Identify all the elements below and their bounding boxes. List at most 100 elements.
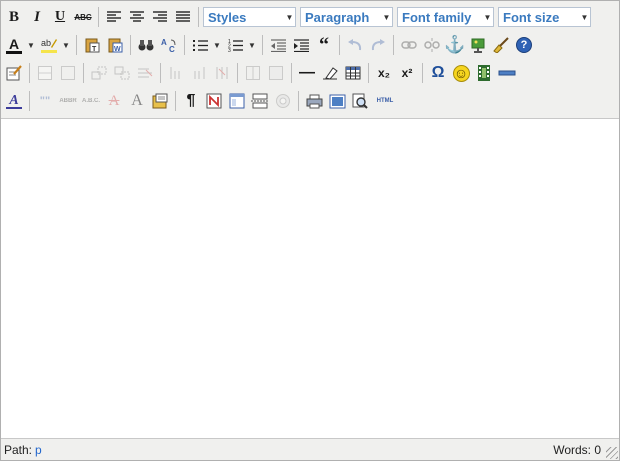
resize-grip-icon[interactable]	[606, 447, 618, 459]
image-icon	[471, 38, 485, 53]
attributes-icon	[152, 93, 168, 109]
subscript-button[interactable]: x₂	[373, 62, 395, 84]
path-element-link[interactable]: p	[35, 443, 42, 457]
cite-button[interactable]: ""	[34, 90, 56, 112]
abbr-button[interactable]: ABBR	[57, 90, 79, 112]
insert-layer-button[interactable]	[34, 62, 56, 84]
merge-cells-icon	[269, 66, 283, 80]
fullscreen-button[interactable]	[326, 90, 348, 112]
anchor-button[interactable]: ⚓	[444, 34, 466, 56]
forecolor-dropdown[interactable]: ▼	[26, 34, 36, 56]
style-props-button[interactable]: A	[3, 90, 25, 112]
svg-text:T: T	[92, 46, 97, 53]
toolbar-separator	[29, 63, 30, 83]
unlink-icon	[424, 38, 440, 52]
underline-button[interactable]: U	[49, 6, 71, 28]
backcolor-button[interactable]: ab	[38, 34, 60, 56]
template-button[interactable]	[226, 90, 248, 112]
paste-word-button[interactable]: W	[104, 34, 126, 56]
print-button[interactable]	[303, 90, 325, 112]
table-button[interactable]	[342, 62, 364, 84]
col-before-button[interactable]	[165, 62, 187, 84]
bold-button[interactable]: B	[3, 6, 25, 28]
replace-button[interactable]: AC	[158, 34, 180, 56]
ins-button[interactable]: A	[126, 90, 148, 112]
format-select[interactable]: Paragraph ▼	[300, 7, 393, 27]
backcolor-dropdown[interactable]: ▼	[61, 34, 71, 56]
blockquote-button[interactable]: “	[313, 34, 335, 56]
align-right-button[interactable]	[149, 6, 171, 28]
absolute-button[interactable]	[57, 62, 79, 84]
align-justify-icon	[176, 11, 190, 22]
column-delete-icon	[216, 67, 228, 79]
restoredraft-button[interactable]	[272, 90, 294, 112]
strikethrough-button[interactable]: ABC	[72, 6, 94, 28]
advhr-button[interactable]	[496, 62, 518, 84]
forecolor-button[interactable]: A	[3, 34, 25, 56]
move-forward-button[interactable]	[88, 62, 110, 84]
numbered-list-dropdown[interactable]: ▼	[247, 34, 257, 56]
merge-cells-button[interactable]	[265, 62, 287, 84]
italic-button[interactable]: I	[26, 6, 48, 28]
numbered-list-button[interactable]: 123	[224, 34, 246, 56]
bullet-list-dropdown[interactable]: ▼	[212, 34, 222, 56]
edit-style-icon	[6, 65, 22, 81]
svg-text:3: 3	[228, 48, 231, 52]
text-color-icon: A	[8, 35, 20, 52]
image-button[interactable]	[467, 34, 489, 56]
visualchars-button[interactable]: ¶	[180, 90, 202, 112]
horizontal-rule-button[interactable]: —	[296, 62, 318, 84]
styles-select[interactable]: Styles ▼	[203, 7, 296, 27]
redo-button[interactable]	[367, 34, 389, 56]
help-button[interactable]: ?	[513, 34, 535, 56]
toolbar-separator	[368, 63, 369, 83]
acronym-button[interactable]: A.B.C.	[80, 90, 102, 112]
bullet-list-button[interactable]	[189, 34, 211, 56]
element-path: Path: p	[4, 443, 42, 457]
move-forward-icon	[91, 66, 107, 80]
paste-text-icon: T	[85, 38, 100, 53]
indent-icon	[293, 38, 309, 52]
remove-format-button[interactable]	[319, 62, 341, 84]
outdent-button[interactable]	[267, 34, 289, 56]
toolbar-separator	[175, 91, 176, 111]
nonbreaking-button[interactable]	[203, 90, 225, 112]
unlink-button[interactable]	[421, 34, 443, 56]
emotions-button[interactable]: ☺	[450, 62, 472, 84]
code-button[interactable]: HTML	[372, 90, 398, 112]
toolbar-row-2: A ▼ ab ▼ T W AC ▼ 1 2 3 ▼ “ ⚓ ?	[3, 32, 536, 58]
align-left-button[interactable]	[103, 6, 125, 28]
cleanup-button[interactable]	[490, 34, 512, 56]
font-family-select[interactable]: Font family ▼	[397, 7, 494, 27]
attribs-button[interactable]	[149, 90, 171, 112]
search-button[interactable]	[135, 34, 157, 56]
align-center-button[interactable]	[126, 6, 148, 28]
link-button[interactable]	[398, 34, 420, 56]
editor-content-area[interactable]	[1, 119, 619, 438]
align-justify-button[interactable]	[172, 6, 194, 28]
indent-button[interactable]	[290, 34, 312, 56]
toolbar-separator	[29, 91, 30, 111]
table-icon	[345, 66, 361, 80]
pagebreak-button[interactable]	[249, 90, 271, 112]
charmap-button[interactable]: Ω	[427, 62, 449, 84]
superscript-button[interactable]: x²	[396, 62, 418, 84]
restore-draft-icon	[276, 94, 290, 108]
undo-button[interactable]	[344, 34, 366, 56]
preview-button[interactable]	[349, 90, 371, 112]
binoculars-icon	[138, 40, 154, 51]
font-size-select[interactable]: Font size ▼	[498, 7, 591, 27]
split-cells-button[interactable]	[242, 62, 264, 84]
delete-row-button[interactable]	[134, 62, 156, 84]
toolbar-row-3: — x₂ x² Ω ☺	[3, 60, 519, 86]
format-select-value: Paragraph	[305, 9, 370, 25]
move-backward-button[interactable]	[111, 62, 133, 84]
word-count: Words: 0	[553, 443, 601, 457]
col-after-button[interactable]	[188, 62, 210, 84]
replace-icon: AC	[161, 38, 176, 53]
del-button[interactable]: A	[103, 90, 125, 112]
delete-col-button[interactable]	[211, 62, 233, 84]
paste-text-button[interactable]: T	[81, 34, 103, 56]
media-button[interactable]	[473, 62, 495, 84]
edit-css-button[interactable]	[3, 62, 25, 84]
